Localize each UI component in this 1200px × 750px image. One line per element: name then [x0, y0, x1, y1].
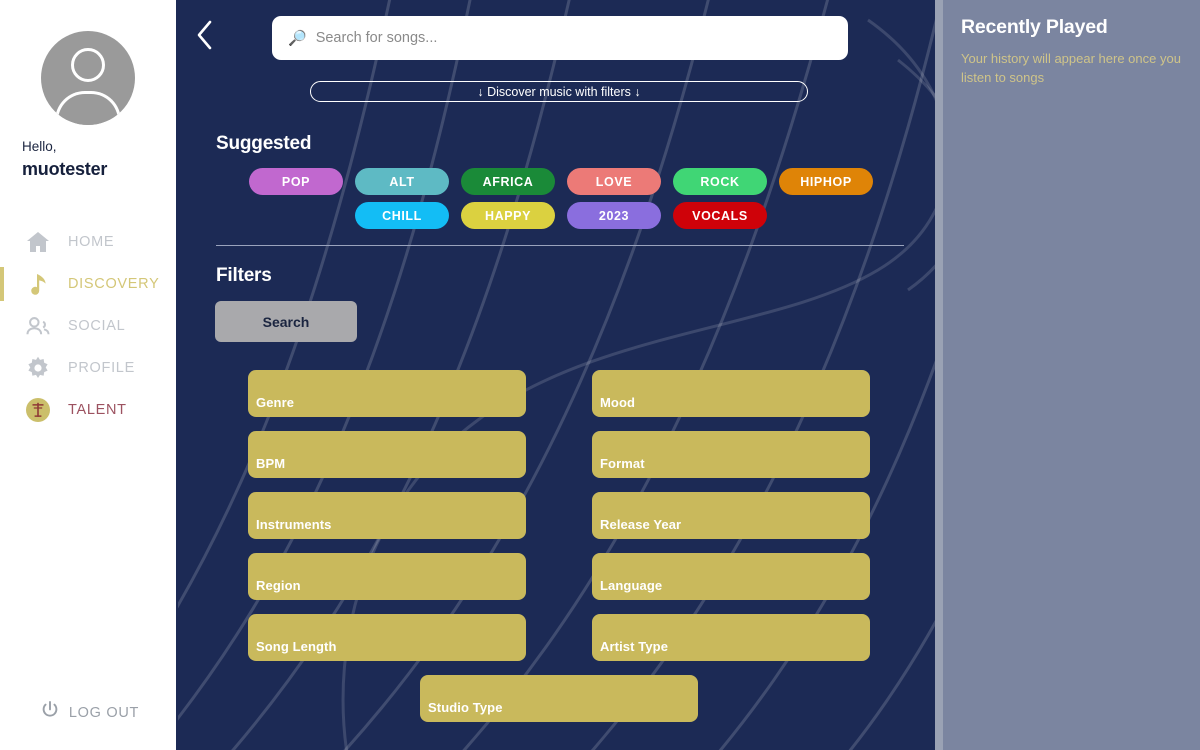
tag-love[interactable]: LOVE — [567, 168, 661, 195]
filter-release-year-label: Release Year — [600, 517, 682, 532]
filter-song-length[interactable]: Song Length — [248, 614, 526, 661]
filter-song-length-label: Song Length — [256, 639, 337, 654]
suggested-title: Suggested — [216, 133, 312, 154]
tag-rock[interactable]: ROCK — [673, 168, 767, 195]
back-button[interactable] — [188, 20, 222, 54]
panel-scrollbar[interactable] — [935, 0, 943, 750]
sidebar-item-home[interactable]: HOME — [0, 221, 176, 263]
logout-label: LOG OUT — [68, 704, 140, 721]
suggested-tag-row-2: CHILL HAPPY 2023 VOCALS — [216, 202, 906, 229]
magnifier-icon: 🔎 — [288, 29, 307, 47]
people-icon — [26, 314, 50, 338]
tag-pop[interactable]: POP — [249, 168, 343, 195]
filter-grid: Genre Mood BPM Format Instruments Releas… — [248, 370, 870, 736]
greeting-username: muotester — [22, 159, 108, 179]
filter-region-label: Region — [256, 578, 301, 593]
tag-hiphop[interactable]: HIPHOP — [779, 168, 873, 195]
recently-played-title: Recently Played — [961, 16, 1108, 38]
tag-2023[interactable]: 2023 — [567, 202, 661, 229]
filter-region[interactable]: Region — [248, 553, 526, 600]
tag-africa[interactable]: AFRICA — [461, 168, 555, 195]
sidebar: Hello, muotester HOME DISCOVERY SOCIAL P… — [0, 0, 178, 750]
filter-bpm[interactable]: BPM — [248, 431, 526, 478]
filter-genre-label: Genre — [256, 395, 295, 410]
filter-release-year[interactable]: Release Year — [592, 492, 870, 539]
filter-mood-label: Mood — [600, 395, 636, 410]
filter-format-label: Format — [600, 456, 645, 471]
sidebar-item-talent[interactable]: TALENT — [0, 389, 176, 431]
sidebar-item-home-label: HOME — [68, 234, 115, 250]
sidebar-item-talent-label: TALENT — [68, 402, 127, 418]
sidebar-item-profile-label: PROFILE — [68, 360, 135, 376]
section-divider — [216, 245, 904, 246]
suggested-tag-row-1: POP ALT AFRICA LOVE ROCK HIPHOP — [216, 168, 906, 195]
filter-language-label: Language — [600, 578, 663, 593]
user-avatar-icon — [41, 31, 135, 125]
filter-instruments-label: Instruments — [256, 517, 332, 532]
discover-with-filters-button[interactable]: ↓ Discover music with filters ↓ — [310, 81, 808, 102]
filter-studio-type-label: Studio Type — [428, 700, 503, 715]
tag-chill[interactable]: CHILL — [355, 202, 449, 229]
filter-bpm-label: BPM — [256, 456, 286, 471]
filter-artist-type[interactable]: Artist Type — [592, 614, 870, 661]
filter-format[interactable]: Format — [592, 431, 870, 478]
greeting-hello: Hello, — [22, 139, 57, 154]
home-icon — [26, 230, 50, 254]
filter-mood[interactable]: Mood — [592, 370, 870, 417]
filter-language[interactable]: Language — [592, 553, 870, 600]
sidebar-item-discovery[interactable]: DISCOVERY — [0, 263, 176, 305]
filter-artist-type-label: Artist Type — [600, 639, 669, 654]
filter-row: BPM Format — [248, 431, 870, 478]
avatar[interactable] — [41, 31, 135, 125]
search-button[interactable]: Search — [215, 301, 357, 342]
sidebar-item-social-label: SOCIAL — [68, 318, 126, 334]
suggested-tag-rows: POP ALT AFRICA LOVE ROCK HIPHOP CHILL HA… — [216, 168, 906, 236]
recently-played-panel: Recently Played Your history will appear… — [943, 0, 1200, 750]
talent-badge-circle — [26, 398, 50, 422]
discover-with-filters-label: ↓ Discover music with filters ↓ — [477, 84, 641, 99]
filter-row: Studio Type — [248, 675, 870, 722]
avatar-body — [55, 91, 121, 125]
filter-row: Region Language — [248, 553, 870, 600]
tag-happy[interactable]: HAPPY — [461, 202, 555, 229]
main-content: 🔎 Search for songs... ↓ Discover music w… — [178, 0, 935, 750]
search-bar[interactable]: 🔎 Search for songs... — [272, 16, 848, 60]
power-icon — [41, 701, 59, 724]
greeting-block: Hello, muotester — [0, 137, 176, 181]
chevron-left-icon — [195, 20, 215, 55]
filter-instruments[interactable]: Instruments — [248, 492, 526, 539]
music-note-icon — [26, 272, 50, 296]
filter-genre[interactable]: Genre — [248, 370, 526, 417]
search-input[interactable]: Search for songs... — [316, 30, 438, 46]
filter-row: Instruments Release Year — [248, 492, 870, 539]
sidebar-item-social[interactable]: SOCIAL — [0, 305, 176, 347]
filter-row: Genre Mood — [248, 370, 870, 417]
sidebar-item-profile[interactable]: PROFILE — [0, 347, 176, 389]
tag-vocals[interactable]: VOCALS — [673, 202, 767, 229]
main-inner: 🔎 Search for songs... ↓ Discover music w… — [178, 0, 935, 750]
gear-icon — [26, 356, 50, 380]
app-root: Hello, muotester HOME DISCOVERY SOCIAL P… — [0, 0, 1200, 750]
sidebar-nav: HOME DISCOVERY SOCIAL PROFILE TALENT — [0, 221, 176, 431]
talent-badge-icon — [26, 398, 50, 422]
tag-alt[interactable]: ALT — [355, 168, 449, 195]
sidebar-item-discovery-label: DISCOVERY — [68, 276, 160, 292]
recently-played-empty-text: Your history will appear here once you l… — [961, 51, 1181, 85]
filters-title: Filters — [216, 265, 272, 286]
avatar-head — [71, 48, 105, 82]
filter-row: Song Length Artist Type — [248, 614, 870, 661]
filter-studio-type[interactable]: Studio Type — [420, 675, 698, 722]
logout-button[interactable]: LOG OUT — [37, 701, 139, 724]
